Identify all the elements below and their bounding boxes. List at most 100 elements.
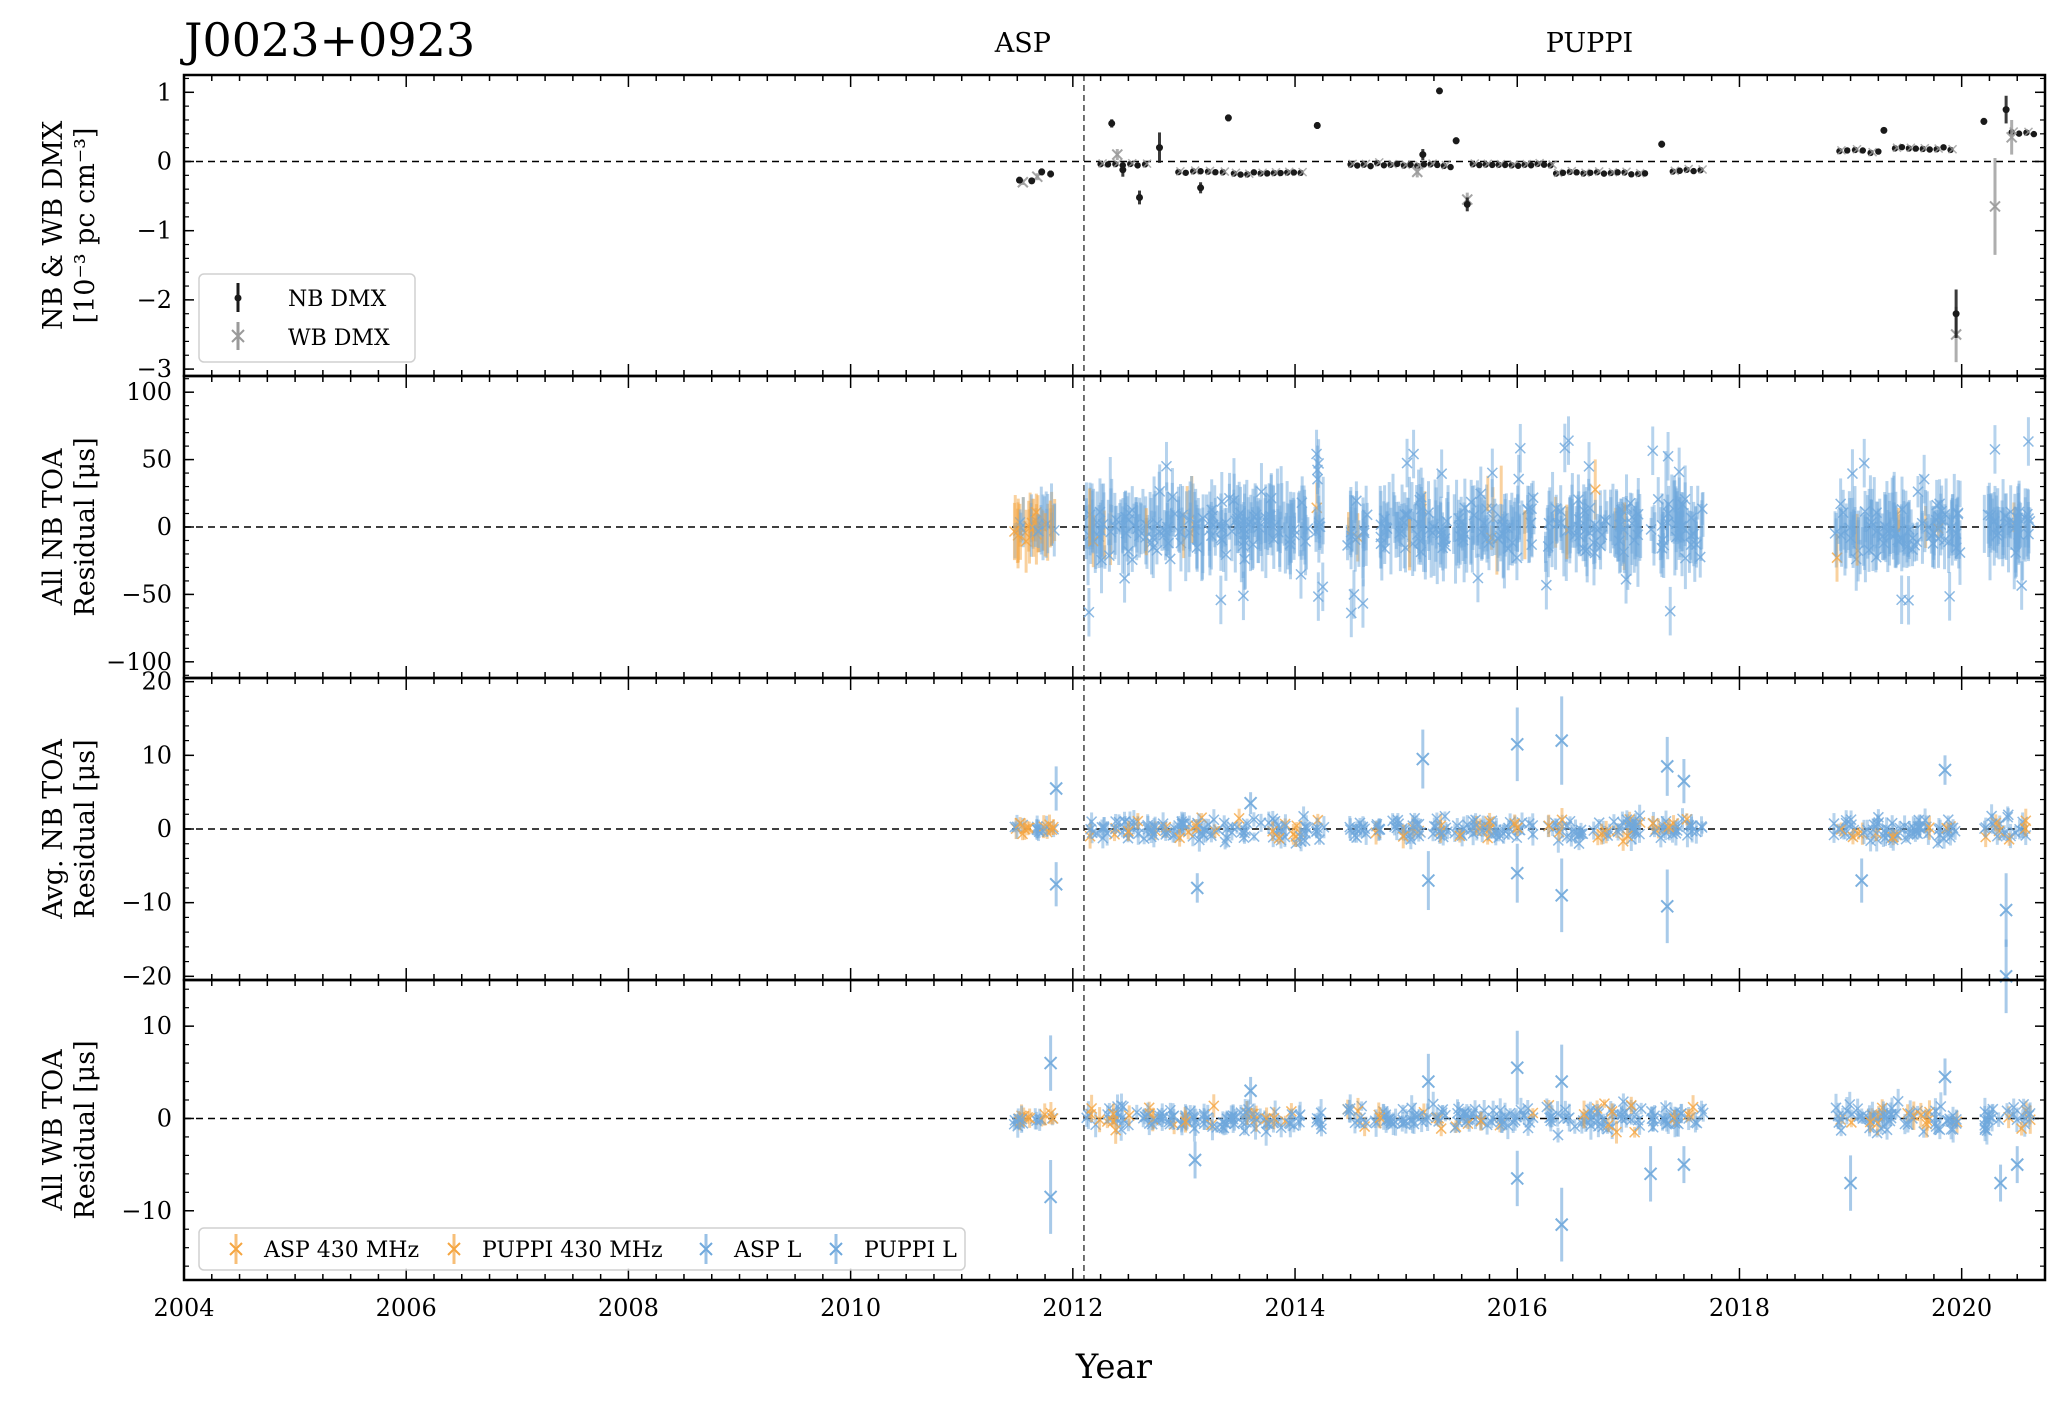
nb-avg-y-axis-label-line2: Residual [μs]: [70, 739, 101, 918]
nb-dmx-point: [1435, 87, 1443, 95]
nb-dmx-point: [1502, 161, 1509, 169]
y-tick-label-wb_all: 10: [141, 1012, 172, 1040]
y-tick-label-nb_all: 0: [157, 513, 172, 541]
x-tick-label: 2008: [598, 1294, 659, 1322]
nb-dmx-point: [1290, 169, 1298, 176]
nb-dmx-point: [1250, 169, 1258, 176]
y-tick-label-dmx: 1: [157, 78, 172, 106]
nb-dmx-point: [1641, 170, 1649, 177]
chart-frames-layer: [182, 73, 2047, 1282]
nb-dmx-point: [1540, 161, 1548, 168]
x-tick-label: 2012: [1042, 1294, 1103, 1322]
nb-dmx-point: [1197, 184, 1205, 192]
nb-dmx-point: [1134, 162, 1141, 169]
nb-dmx-point: [1108, 119, 1116, 127]
y-tick-label-dmx: 0: [157, 147, 172, 175]
chart-marks-layer: [1008, 87, 2038, 1262]
y-tick-label-nb_avg: 0: [157, 815, 172, 843]
x-tick-label: 2004: [153, 1294, 214, 1322]
legend-label-wb-dmx: WB DMX: [288, 326, 390, 351]
nb-dmx-point: [1419, 151, 1427, 159]
y-tick-label-wb_all: −10: [121, 1197, 172, 1225]
nb-dmx-point: [1038, 168, 1046, 176]
nb-dmx-point: [1264, 170, 1271, 177]
nb-dmx-point: [1514, 162, 1522, 169]
nb-dmx-point: [1940, 144, 1947, 151]
y-tick-label-wb_all: 0: [157, 1104, 172, 1132]
nb-dmx-point: [1489, 161, 1496, 169]
nb-dmx-point: [1690, 167, 1697, 175]
nb-dmx-point: [1600, 170, 1608, 177]
wb-all-y-axis-label-line2: Residual [μs]: [70, 1040, 101, 1219]
nb-dmx-point: [1197, 168, 1204, 175]
y-tick-label-dmx: −2: [137, 286, 172, 314]
nb-dmx-point: [1224, 114, 1232, 122]
y-tick-label-nb_all: −50: [121, 580, 172, 608]
nb-dmx-point: [1527, 162, 1535, 169]
y-tick-label-nb_all: 50: [141, 446, 172, 474]
x-axis-label: Year: [1075, 1347, 1153, 1387]
nb-dmx-point: [1135, 193, 1143, 201]
legend-label-asp-l: ASP L: [733, 1238, 802, 1263]
nb-dmx-point: [1559, 169, 1567, 177]
nb-dmx-point: [1394, 160, 1401, 168]
backend-label-puppi: PUPPI: [1546, 28, 1633, 59]
nb-dmx-point: [1028, 177, 1036, 185]
y-tick-label-dmx: −1: [137, 217, 172, 245]
chart-title: J0023+0923: [180, 13, 475, 67]
nb-dmx-point: [1182, 169, 1189, 176]
nb-dmx-point: [1658, 140, 1666, 148]
nb-dmx-point: [1926, 146, 1933, 153]
dmx-y-axis-label-line2: [10⁻³ pc cm⁻³]: [70, 128, 101, 324]
nb-dmx-point: [1844, 147, 1851, 154]
nb-dmx-point: [1980, 117, 1988, 125]
wb-all-y-axis-label-line1: All WB TOA: [38, 1049, 69, 1212]
nb-dmx-point: [1614, 169, 1621, 176]
dmx-y-axis-label-line1: NB & WB DMX: [38, 120, 69, 330]
nb-dmx-point: [1119, 166, 1127, 174]
nb-dmx-point: [1676, 167, 1683, 174]
nb-dmx-point: [1463, 200, 1471, 208]
nb-dmx-point: [2030, 130, 2038, 138]
nb-dmx-point: [1628, 171, 1635, 178]
nb-dmx-point: [1875, 148, 1882, 155]
nb-all-y-axis-label-line1: All NB TOA: [38, 448, 69, 607]
legend-label-nb-dmx: NB DMX: [288, 287, 387, 312]
nb-dmx-point: [1952, 310, 1960, 318]
legend-marker-nb-dmx-dot: [234, 294, 242, 302]
nb-dmx-point: [1354, 162, 1361, 169]
x-tick-label: 2014: [1265, 1294, 1326, 1322]
nb-dmx-point: [1313, 122, 1321, 130]
legend-label-puppi-l: PUPPI L: [864, 1238, 957, 1263]
chart-text-layer: J0023+0923 ASP PUPPI Year NB & WB DMX [1…: [38, 13, 1992, 1387]
nb-dmx-point: [1452, 137, 1460, 145]
x-tick-label: 2020: [1931, 1294, 1992, 1322]
nb-dmx-point: [1476, 161, 1483, 169]
nb-dmx-point: [1047, 170, 1055, 178]
nb-dmx-point: [1434, 161, 1441, 169]
x-tick-label: 2006: [376, 1294, 437, 1322]
nb-dmx-point: [1367, 162, 1374, 170]
x-tick-label: 2018: [1709, 1294, 1770, 1322]
y-tick-label-nb_avg: 10: [141, 741, 172, 769]
legend-label-asp-430: ASP 430 MHz: [263, 1238, 419, 1263]
y-tick-label-nb_avg: 20: [141, 668, 172, 696]
nb-dmx-point: [1880, 126, 1888, 134]
nb-dmx-point: [1237, 171, 1244, 178]
legend-label-puppi-430: PUPPI 430 MHz: [482, 1238, 663, 1263]
backend-label-asp: ASP: [994, 28, 1051, 59]
nb-dmx-point: [2002, 106, 2010, 114]
nb-dmx-point: [1277, 169, 1284, 177]
nb-dmx-point: [1898, 143, 1906, 151]
y-tick-label-nb_all: 100: [126, 378, 172, 406]
nb-dmx-point: [1587, 169, 1594, 176]
nb-dmx-point: [1212, 168, 1219, 176]
nb-dmx-point: [1573, 169, 1580, 176]
nb-avg-y-axis-label-line1: Avg. NB TOA: [38, 739, 69, 920]
nb-dmx-point: [1859, 147, 1866, 154]
nb-dmx-point: [2015, 130, 2023, 137]
nb-dmx-point: [1155, 144, 1163, 152]
x-tick-label: 2016: [1487, 1294, 1548, 1322]
panel-frame-dmx: [182, 73, 2047, 378]
x-tick-label: 2010: [820, 1294, 881, 1322]
